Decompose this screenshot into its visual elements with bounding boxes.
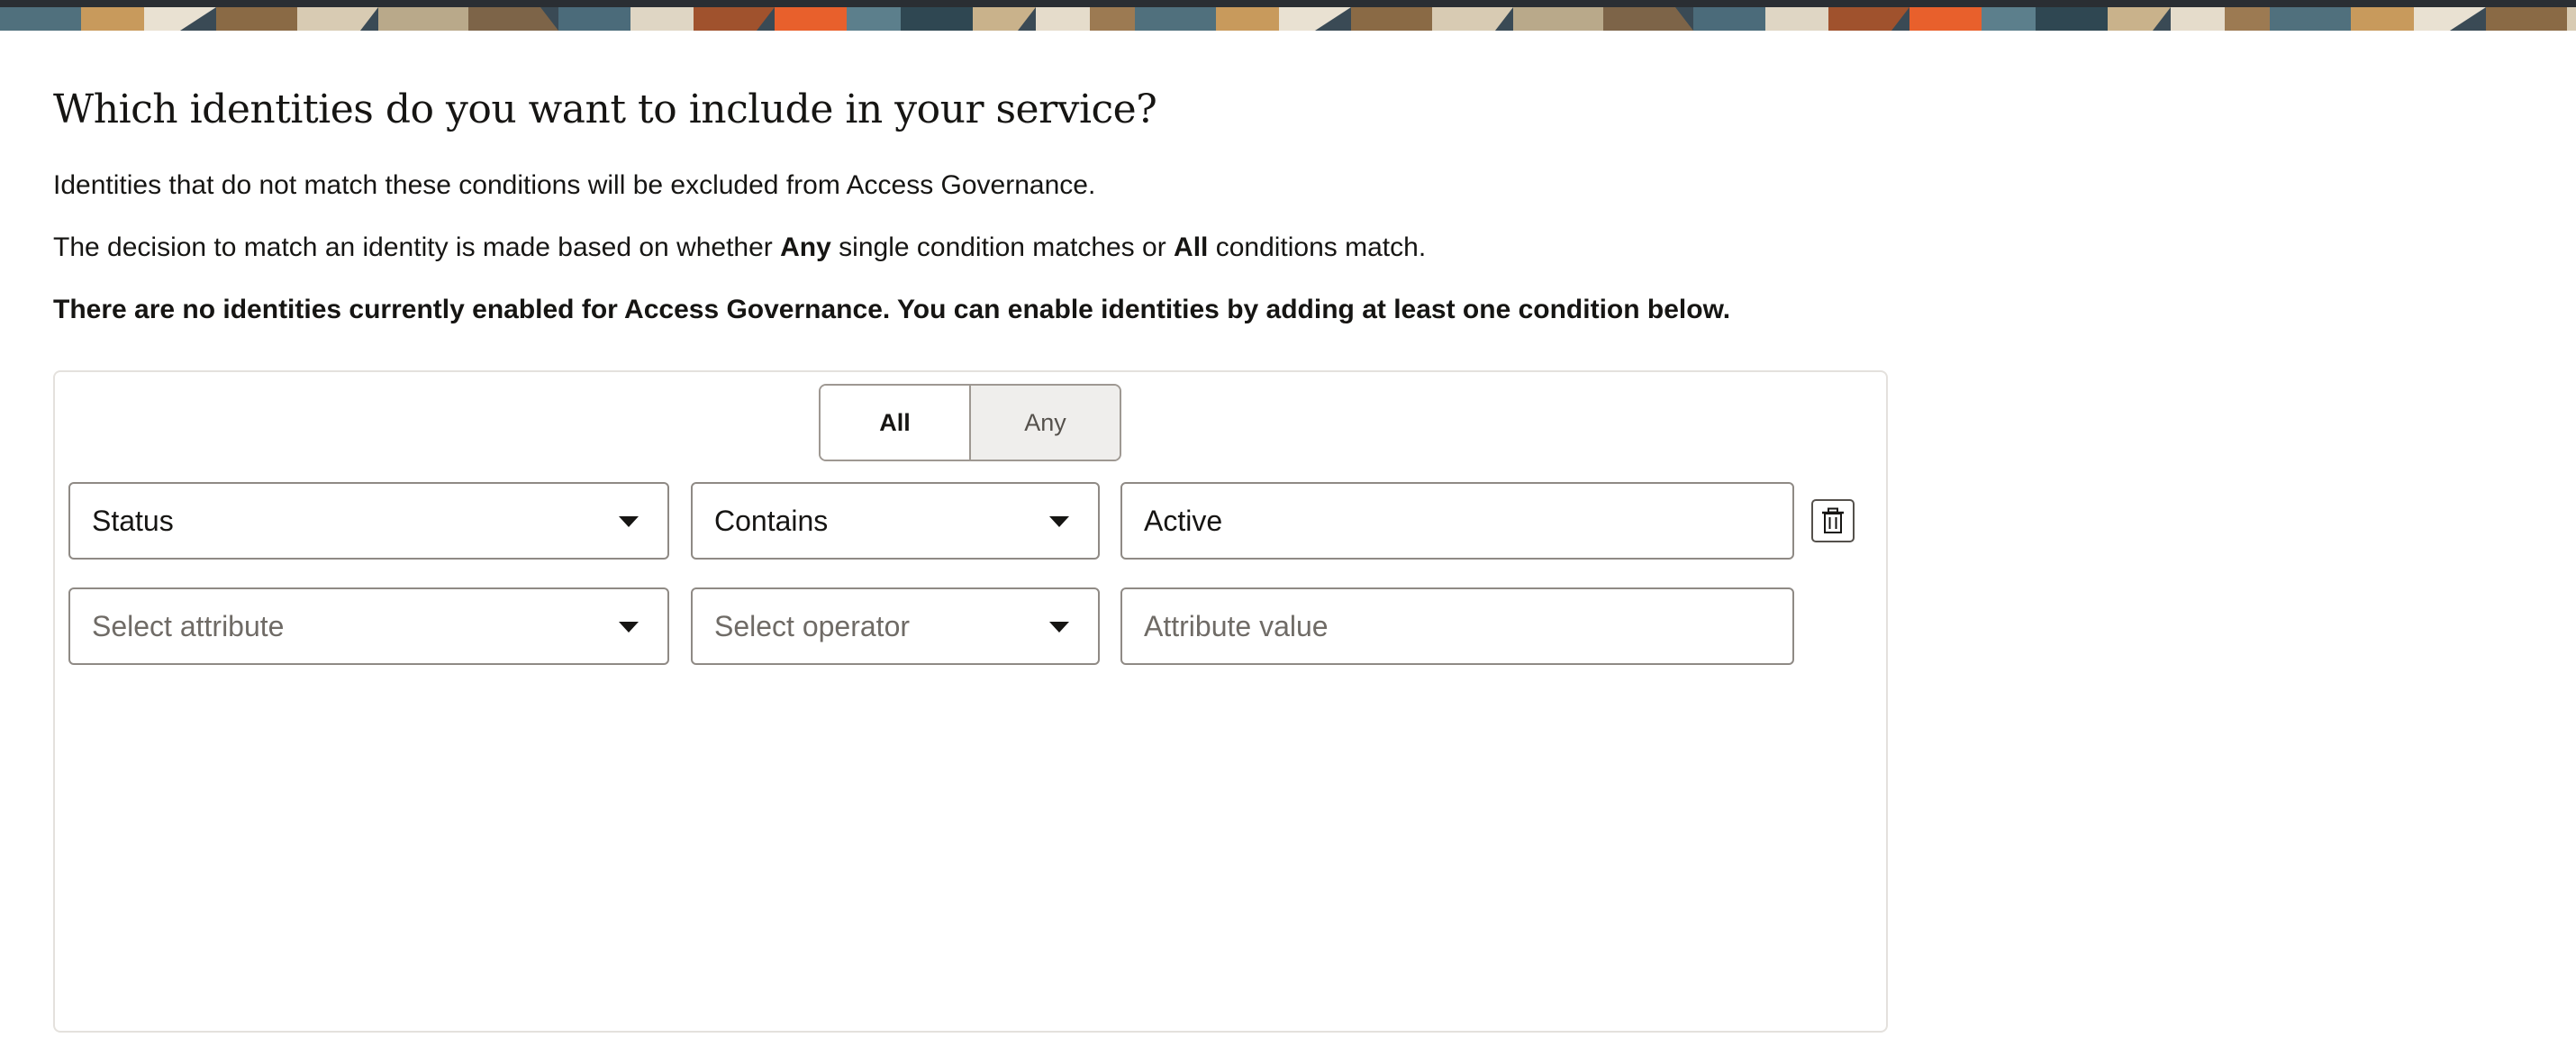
attribute-value-text: Active xyxy=(1144,504,1223,537)
operator-select-value: Contains xyxy=(714,504,829,537)
conditions-panel xyxy=(53,370,1888,1033)
attribute-value-placeholder: Attribute value xyxy=(1144,609,1329,642)
decorative-banner xyxy=(0,0,2576,31)
chevron-down-icon xyxy=(1049,622,1069,633)
chevron-down-icon xyxy=(619,622,639,633)
chevron-down-icon xyxy=(619,516,639,527)
decision-any-keyword: Any xyxy=(780,232,831,262)
attribute-select-value: Status xyxy=(92,504,174,537)
banner-pattern xyxy=(0,0,2576,31)
match-all-button[interactable]: All xyxy=(821,386,969,460)
delete-condition-button[interactable] xyxy=(1811,499,1855,542)
decision-all-keyword: All xyxy=(1174,232,1209,262)
page-title: Which identities do you want to include … xyxy=(53,86,1157,132)
match-any-button[interactable]: Any xyxy=(969,386,1120,460)
decision-text-middle: single condition matches or xyxy=(830,232,1175,262)
chevron-down-icon xyxy=(1049,516,1069,527)
no-identities-notice: There are no identities currently enable… xyxy=(53,295,1731,324)
intro-text: Identities that do not match these condi… xyxy=(53,170,1096,200)
match-mode-toggle: All Any xyxy=(819,384,1121,461)
operator-select-empty[interactable]: Select operator xyxy=(691,587,1100,665)
operator-select-placeholder: Select operator xyxy=(714,609,911,642)
decision-text-before: The decision to match an identity is mad… xyxy=(53,232,781,262)
attribute-select-placeholder: Select attribute xyxy=(92,609,285,642)
decision-text-after: conditions match. xyxy=(1208,232,1427,262)
operator-select[interactable]: Contains xyxy=(691,482,1100,560)
trash-icon xyxy=(1822,507,1844,533)
attribute-select-empty[interactable]: Select attribute xyxy=(68,587,669,665)
attribute-value-input-empty[interactable]: Attribute value xyxy=(1120,587,1794,665)
decision-text: The decision to match an identity is mad… xyxy=(53,232,1426,264)
attribute-select[interactable]: Status xyxy=(68,482,669,560)
attribute-value-input[interactable]: Active xyxy=(1120,482,1794,560)
